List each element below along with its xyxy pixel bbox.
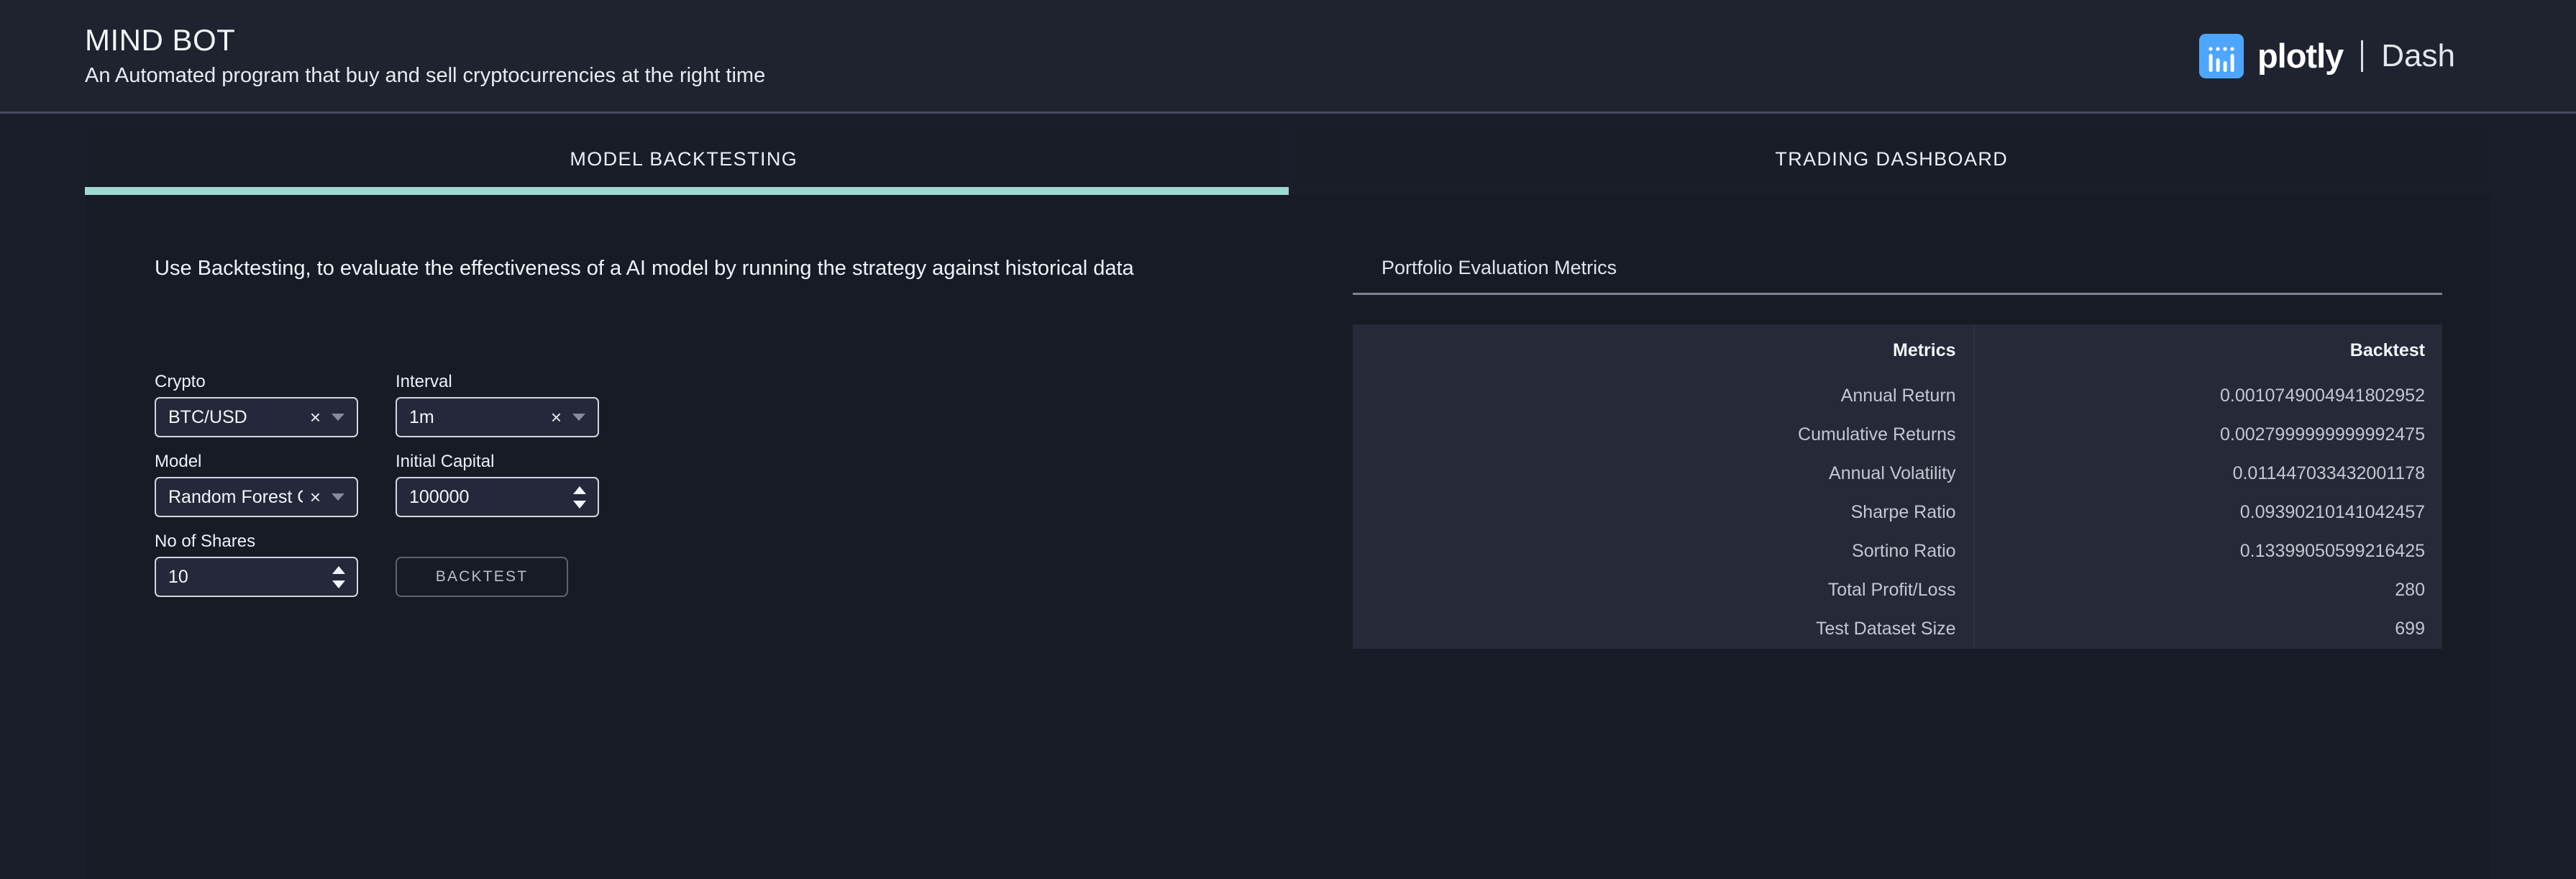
- initial-capital-input[interactable]: 100000: [396, 477, 599, 517]
- page-title: MIND BOT: [85, 23, 236, 57]
- model-select[interactable]: Random Forest Classifier - 1 ×: [155, 477, 358, 517]
- shares-and-action-row: No of Shares 10 BACKTEST: [155, 533, 1336, 597]
- metric-name-cell: Annual Return: [1353, 377, 1975, 416]
- no-of-shares-field-group: No of Shares 10: [155, 533, 358, 597]
- initial-capital-label: Initial Capital: [396, 452, 495, 471]
- stepper-up-icon[interactable]: [573, 486, 586, 494]
- metric-name-cell: Total Profit/Loss: [1353, 571, 1975, 610]
- metric-name-cell: Annual Volatility: [1353, 455, 1975, 493]
- model-field-group: Model Random Forest Classifier - 1 ×: [155, 453, 358, 517]
- interval-field-group: Interval 1m ×: [396, 373, 599, 437]
- metric-value-cell: 0.13399050599216425: [2239, 541, 2425, 561]
- no-of-shares-label: No of Shares: [155, 532, 256, 551]
- interval-selected-value: 1m: [409, 406, 434, 427]
- chevron-down-icon[interactable]: [572, 414, 585, 421]
- metric-value-cell: 0.09390210141042457: [2239, 502, 2425, 522]
- metric-name-cell: Test Dataset Size: [1353, 610, 1975, 649]
- metrics-divider: [1353, 293, 2442, 295]
- table-row: Cumulative Returns 0.0027999999999992475: [1353, 416, 2442, 455]
- initial-capital-stepper[interactable]: [573, 486, 598, 509]
- stepper-down-icon[interactable]: [332, 580, 345, 588]
- plotly-wordmark: plotly: [2257, 37, 2344, 75]
- backtest-form: Crypto BTC/USD × Interval 1m × Model Ran…: [155, 373, 1336, 517]
- crypto-field-group: Crypto BTC/USD ×: [155, 373, 358, 437]
- no-of-shares-stepper[interactable]: [332, 565, 357, 588]
- metric-value-cell: 0.0010749004941802952: [2219, 386, 2425, 406]
- model-selected-value: Random Forest Classifier - 1: [168, 486, 303, 507]
- column-header-metrics: Metrics: [1353, 324, 1975, 377]
- model-label: Model: [155, 452, 202, 471]
- backtest-form-column: Use Backtesting, to evaluate the effecti…: [85, 258, 1336, 879]
- metric-value-cell: 280: [2395, 580, 2425, 600]
- crypto-selected-value: BTC/USD: [168, 406, 247, 427]
- tab-trading-dashboard[interactable]: TRADING DASHBOARD: [1282, 131, 2490, 195]
- header-title-block: MIND BOT An Automated program that buy a…: [85, 25, 765, 86]
- brand-divider: [2361, 40, 2364, 72]
- tab-trading-dashboard-label: TRADING DASHBOARD: [1775, 147, 2009, 170]
- metrics-table-body: Annual Return 0.0010749004941802952 Cumula…: [1353, 377, 2442, 649]
- table-header-row: Metrics Backtest: [1353, 324, 2442, 377]
- interval-clear-icon[interactable]: ×: [544, 408, 569, 427]
- column-header-backtest: Backtest: [2349, 340, 2425, 360]
- metric-value-cell: 0.011447033432001178: [2232, 463, 2425, 483]
- table-row: Test Dataset Size 699: [1353, 610, 2442, 649]
- tab-panel-model-backtesting: Use Backtesting, to evaluate the effecti…: [85, 195, 2490, 879]
- tab-bar: MODEL BACKTESTING TRADING DASHBOARD: [0, 114, 2576, 195]
- metrics-title: Portfolio Evaluation Metrics: [1381, 257, 1617, 278]
- table-row: Sortino Ratio 0.13399050599216425: [1353, 532, 2442, 571]
- table-row: Annual Volatility 0.011447033432001178: [1353, 455, 2442, 493]
- chevron-down-icon[interactable]: [332, 414, 344, 421]
- plotly-dash-logo: plotly Dash: [2198, 33, 2455, 78]
- interval-label: Interval: [396, 372, 452, 391]
- initial-capital-field-group: Initial Capital 100000: [396, 453, 599, 517]
- interval-select[interactable]: 1m ×: [396, 397, 599, 437]
- tab-model-backtesting-label: MODEL BACKTESTING: [570, 147, 798, 170]
- no-of-shares-value: 10: [168, 566, 188, 587]
- app-header: MIND BOT An Automated program that buy a…: [0, 0, 2576, 114]
- tab-model-backtesting[interactable]: MODEL BACKTESTING: [85, 131, 1283, 195]
- metric-name-cell: Cumulative Returns: [1353, 416, 1975, 455]
- plotly-bar-chart-icon: [2198, 33, 2244, 78]
- crypto-clear-icon[interactable]: ×: [303, 408, 328, 427]
- crypto-select[interactable]: BTC/USD ×: [155, 397, 358, 437]
- metrics-column: Portfolio Evaluation Metrics Metrics Bac…: [1336, 258, 2490, 879]
- page-subtitle: An Automated program that buy and sell c…: [85, 64, 766, 87]
- no-of-shares-input[interactable]: 10: [155, 557, 358, 597]
- metric-value-cell: 699: [2395, 619, 2425, 639]
- backtest-button[interactable]: BACKTEST: [396, 557, 568, 597]
- metric-name-cell: Sortino Ratio: [1353, 532, 1975, 571]
- crypto-label: Crypto: [155, 372, 206, 391]
- portfolio-metrics-table: Metrics Backtest Annual Return 0.00107490…: [1353, 324, 2442, 649]
- table-row: Annual Return 0.0010749004941802952: [1353, 377, 2442, 416]
- stepper-down-icon[interactable]: [573, 500, 586, 509]
- metric-name-cell: Sharpe Ratio: [1353, 493, 1975, 532]
- metric-value-cell: 0.0027999999999992475: [2219, 424, 2425, 445]
- initial-capital-value: 100000: [409, 486, 470, 507]
- table-row: Sharpe Ratio 0.09390210141042457: [1353, 493, 2442, 532]
- intro-text: Use Backtesting, to evaluate the effecti…: [155, 257, 1134, 280]
- dash-wordmark: Dash: [2381, 37, 2455, 73]
- table-row: Total Profit/Loss 280: [1353, 571, 2442, 610]
- model-clear-icon[interactable]: ×: [303, 488, 328, 506]
- stepper-up-icon[interactable]: [332, 565, 345, 574]
- chevron-down-icon[interactable]: [332, 493, 344, 501]
